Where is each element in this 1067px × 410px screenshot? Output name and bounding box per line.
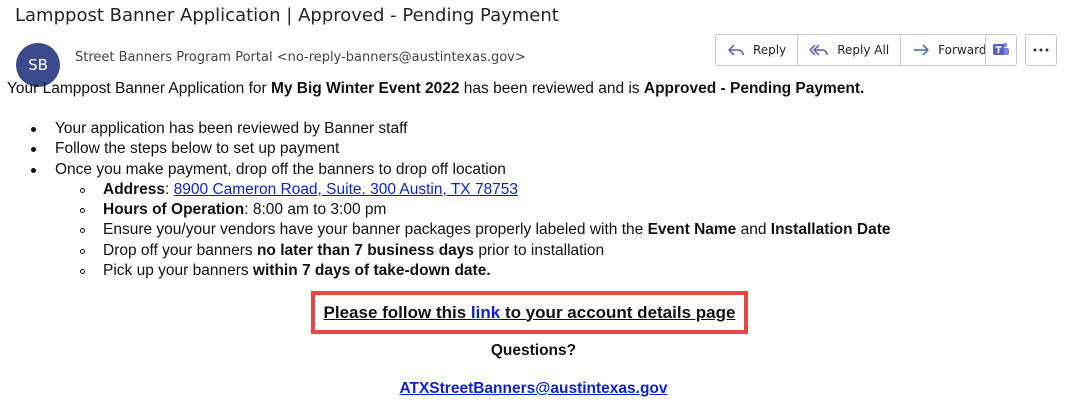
circle-bullet-icon [80, 269, 85, 275]
dropoff-text: Drop off your banners [103, 241, 257, 259]
list-item: Once you make payment, drop off the bann… [0, 160, 891, 282]
teams-button[interactable] [985, 34, 1017, 66]
list-item: Pick up your banners within 7 days of ta… [55, 261, 891, 281]
list-item-text: Follow the steps below to set up payment [55, 140, 340, 158]
dropoff-deadline: no later than 7 business days [256, 241, 475, 259]
pickup-text: Pick up your banners [103, 262, 253, 280]
reply-label: Reply [753, 43, 787, 57]
reply-icon [728, 44, 744, 56]
teams-icon [993, 42, 1009, 55]
list-item: Drop off your banners no later than 7 bu… [55, 241, 891, 261]
pickup-deadline: within 7 days of take-down date. [252, 262, 491, 280]
callout-text-prefix: Please follow this [323, 302, 467, 322]
reply-button[interactable]: Reply [716, 35, 797, 65]
email-subject: Lamppost Banner Application | Approved -… [15, 5, 559, 26]
sender-address: Street Banners Program Portal <no-reply-… [75, 50, 526, 65]
intro-paragraph: Your Lamppost Banner Application for My … [7, 80, 864, 98]
message-actions: Reply Reply All Forward [715, 34, 999, 66]
bullet-icon [31, 127, 36, 132]
list-item: Address: 8900 Cameron Road, Suite. 300 A… [55, 180, 891, 200]
circle-bullet-icon [80, 208, 85, 214]
contact-email-link[interactable]: ATXStreetBanners@austintexas.gov [399, 380, 667, 397]
labeling-text: Ensure you/your vendors have your banner… [103, 221, 648, 239]
labeling-and: and [736, 221, 771, 239]
contact-email-row: ATXStreetBanners@austintexas.gov [0, 380, 1067, 398]
address-separator: : [165, 180, 174, 198]
list-item-text: Once you make payment, drop off the bann… [55, 160, 506, 178]
circle-bullet-icon [80, 228, 85, 234]
reply-all-button[interactable]: Reply All [797, 35, 900, 65]
bullet-icon [31, 147, 36, 153]
hours-label: Hours of Operation [103, 201, 245, 219]
account-details-link[interactable]: link [471, 303, 500, 323]
list-item: Follow the steps below to set up payment [0, 139, 891, 159]
intro-text: Your Lamppost Banner Application for [7, 80, 271, 97]
intro-text-middle: has been reviewed and is [459, 80, 644, 97]
forward-button[interactable]: Forward [900, 35, 997, 65]
bullet-icon [31, 167, 36, 173]
list-item: Hours of Operation: 8:00 am to 3:00 pm [55, 200, 891, 220]
reply-all-icon [809, 44, 828, 56]
more-options-button[interactable] [1025, 34, 1057, 66]
account-details-callout: Please follow this link to your account … [311, 291, 748, 334]
reply-all-label: Reply All [837, 43, 890, 57]
circle-bullet-icon [80, 248, 85, 254]
dropoff-details-list: Address: 8900 Cameron Road, Suite. 300 A… [55, 180, 891, 281]
list-item: Ensure you/your vendors have your banner… [55, 220, 891, 240]
labeling-event-name: Event Name [647, 221, 737, 239]
dropoff-suffix: prior to installation [474, 241, 605, 259]
circle-bullet-icon [80, 187, 85, 193]
forward-label: Forward [938, 43, 987, 57]
more-icon [1033, 48, 1049, 52]
callout-text-suffix: to your account details page [504, 302, 736, 322]
application-status: Approved - Pending Payment. [643, 80, 865, 97]
event-name: My Big Winter Event 2022 [270, 80, 460, 97]
forward-icon [914, 44, 929, 56]
address-link[interactable]: 8900 Cameron Road, Suite. 300 Austin, TX… [174, 181, 518, 198]
questions-heading: Questions? [490, 342, 577, 359]
steps-list: Your application has been reviewed by Ba… [0, 119, 891, 281]
list-item-text: Your application has been reviewed by Ba… [55, 120, 408, 137]
list-item: Your application has been reviewed by Ba… [0, 119, 891, 139]
hours-value: : 8:00 am to 3:00 pm [244, 201, 387, 219]
address-label: Address [103, 180, 166, 198]
labeling-installation-date: Installation Date [770, 221, 891, 239]
